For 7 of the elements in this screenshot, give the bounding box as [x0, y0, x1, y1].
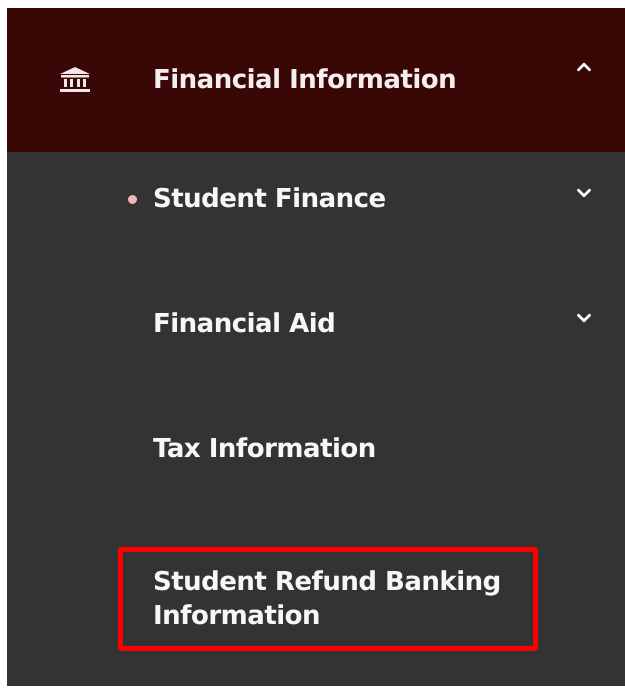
- menu-item[interactable]: Financial Aid: [118, 307, 503, 341]
- menu-header[interactable]: Financial Information: [7, 8, 625, 152]
- bank-icon: [59, 66, 91, 94]
- menu-item[interactable]: Student Finance: [118, 182, 503, 216]
- menu-item[interactable]: Student Refund Banking Information: [118, 547, 538, 651]
- menu-item[interactable]: Tax Information: [118, 432, 503, 466]
- menu-title: Financial Information: [153, 64, 458, 96]
